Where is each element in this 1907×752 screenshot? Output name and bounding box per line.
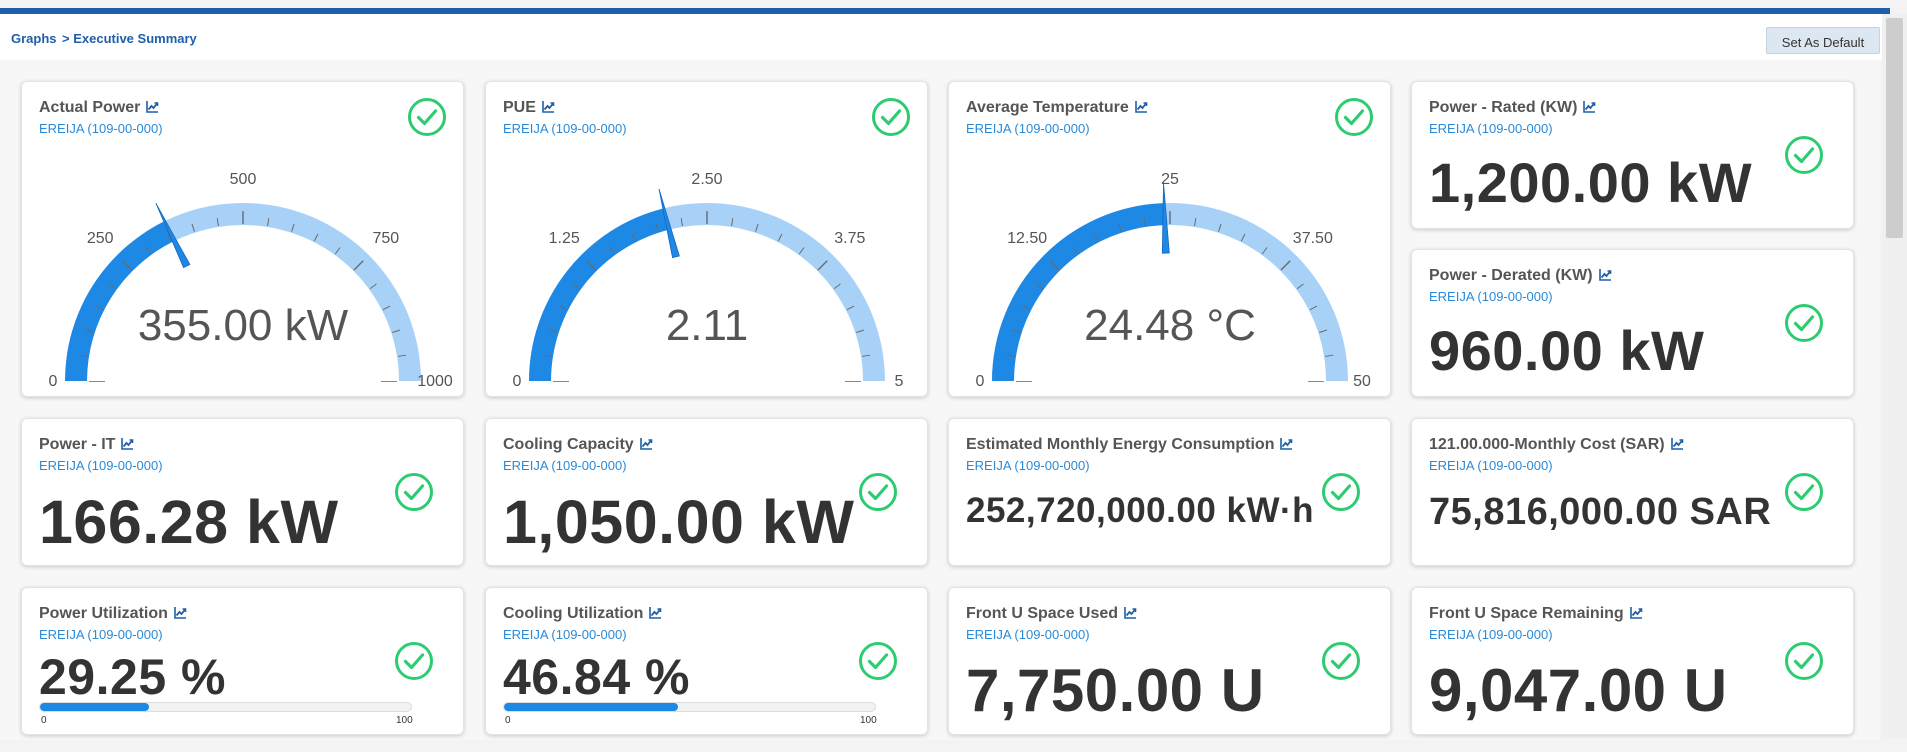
line-chart-icon[interactable] (1629, 606, 1643, 624)
monthly-energy-card[interactable]: Estimated Monthly Energy Consumption ERE… (948, 418, 1391, 566)
card-location: EREIJA (109-00-000) (503, 627, 627, 642)
card-title: 121.00.000-Monthly Cost (SAR) (1429, 436, 1684, 455)
breadcrumb-current: > Executive Summary (62, 31, 197, 46)
average-temperature-card[interactable]: Average Temperature EREIJA (109-00-000) … (948, 81, 1391, 397)
card-location: EREIJA (109-00-000) (1429, 121, 1553, 136)
gauge-tick-label: 5 (895, 373, 904, 390)
gauge-tick-label: 250 (87, 230, 114, 247)
kpi-value: 960.00 kW (1429, 319, 1705, 382)
card-title: Front U Space Remaining (1429, 605, 1643, 624)
gauge-value: 24.48 °C (1084, 301, 1256, 350)
utilization-value: 29.25 % (39, 649, 226, 705)
line-chart-icon[interactable] (1124, 606, 1137, 624)
line-chart-icon[interactable] (1583, 100, 1596, 118)
utilization-progress-bar (39, 702, 412, 712)
power-utilization-card[interactable]: Power Utilization EREIJA (109-00-000) 29… (21, 587, 464, 735)
gauge-tick-label: 37.50 (1293, 230, 1333, 247)
check-circle-icon (858, 472, 898, 512)
card-title: Cooling Capacity (503, 436, 653, 455)
card-location: EREIJA (109-00-000) (39, 458, 163, 473)
gauge-tick-label: 1000 (417, 373, 453, 390)
gauge-track (529, 203, 885, 381)
gauge: 0 250 500 750 1000 355.00 kW (49, 171, 453, 390)
card-title: Cooling Utilization (503, 605, 662, 624)
scrollbar-thumb[interactable] (1886, 18, 1903, 238)
gauge-tick-label: 0 (513, 373, 522, 390)
line-chart-icon[interactable] (1598, 268, 1612, 286)
monthly-cost-card[interactable]: 121.00.000-Monthly Cost (SAR) EREIJA (10… (1411, 418, 1854, 566)
check-circle-icon (858, 641, 898, 681)
gauge-tick-label: 0 (49, 373, 58, 390)
utilization-progress-bar (503, 702, 876, 712)
card-location: EREIJA (109-00-000) (1429, 627, 1553, 642)
check-circle-icon (1321, 472, 1361, 512)
check-circle-icon (394, 472, 434, 512)
kpi-value: 166.28 kW (39, 488, 339, 556)
check-circle-icon (1784, 303, 1824, 343)
card-title: Front U Space Used (966, 605, 1137, 624)
check-circle-icon (1784, 135, 1824, 175)
breadcrumb-graphs-link[interactable]: Graphs (11, 31, 57, 46)
gauge-tick-label: 1.25 (549, 230, 580, 247)
power-rated-card[interactable]: Power - Rated (KW) EREIJA (109-00-000) 1… (1411, 81, 1854, 229)
card-title: Power Utilization (39, 605, 187, 624)
gauge-tick-label: 750 (372, 230, 399, 247)
gauge-tick-label: 50 (1353, 373, 1371, 390)
check-circle-icon (1784, 641, 1824, 681)
utilization-progress-fill (504, 703, 678, 711)
page-header: Graphs > Executive Summary Set As Defaul… (0, 14, 1890, 60)
gauge-tick-label: 500 (230, 171, 257, 188)
gauge-track (65, 203, 421, 381)
utilization-progress-fill (40, 703, 149, 711)
check-circle-icon (1321, 641, 1361, 681)
line-chart-icon[interactable] (639, 437, 653, 455)
kpi-value: 75,816,000.00 SAR (1429, 491, 1772, 533)
front-u-space-used-card[interactable]: Front U Space Used EREIJA (109-00-000) 7… (948, 587, 1391, 735)
line-chart-icon[interactable] (649, 606, 662, 624)
utilization-value: 46.84 % (503, 649, 690, 705)
gauge: 012.502537.505024.48 °C (976, 171, 1371, 390)
card-location: EREIJA (109-00-000) (1429, 289, 1553, 304)
gauge-tick-label: 2.50 (691, 171, 722, 188)
kpi-value: 7,750.00 U (966, 657, 1265, 724)
power-derated-card[interactable]: Power - Derated (KW) EREIJA (109-00-000)… (1411, 249, 1854, 397)
kpi-value: 9,047.00 U (1429, 657, 1728, 724)
gauge-tick-label: 0 (976, 373, 985, 390)
line-chart-icon[interactable] (1670, 437, 1684, 455)
card-title: Estimated Monthly Energy Consumption (966, 436, 1293, 455)
gauge-value: 355.00 kW (138, 301, 349, 350)
card-location: EREIJA (109-00-000) (1429, 458, 1553, 473)
card-location: EREIJA (109-00-000) (966, 627, 1090, 642)
gauge-tick-label: 12.50 (1007, 230, 1047, 247)
check-circle-icon (1784, 472, 1824, 512)
check-circle-icon (394, 641, 434, 681)
progress-min-label: 0 (41, 715, 47, 726)
card-title: Power - Rated (KW) (1429, 99, 1596, 118)
power-it-card[interactable]: Power - IT EREIJA (109-00-000) 166.28 kW (21, 418, 464, 566)
set-as-default-button[interactable]: Set As Default (1766, 27, 1880, 54)
kpi-value: 1,200.00 kW (1429, 151, 1753, 214)
card-location: EREIJA (109-00-000) (39, 627, 163, 642)
card-title: Power - Derated (KW) (1429, 267, 1612, 286)
progress-min-label: 0 (505, 715, 511, 726)
gauge-tick-label: 3.75 (834, 230, 865, 247)
progress-max-label: 100 (860, 715, 877, 726)
kpi-value: 1,050.00 kW (503, 488, 855, 556)
line-chart-icon[interactable] (1280, 437, 1293, 455)
gauge: 0 1.25 2.50 3.75 5 2.11 (513, 171, 904, 390)
gauge-value: 2.11 (666, 301, 748, 350)
kpi-value: 252,720,000.00 kW·h (966, 491, 1315, 530)
line-chart-icon[interactable] (121, 437, 134, 455)
card-location: EREIJA (109-00-000) (966, 458, 1090, 473)
front-u-space-remaining-card[interactable]: Front U Space Remaining EREIJA (109-00-0… (1411, 587, 1854, 735)
cooling-utilization-card[interactable]: Cooling Utilization EREIJA (109-00-000) … (485, 587, 928, 735)
card-location: EREIJA (109-00-000) (503, 458, 627, 473)
cooling-capacity-card[interactable]: Cooling Capacity EREIJA (109-00-000) 1,0… (485, 418, 928, 566)
pue-card[interactable]: PUE EREIJA (109-00-000) 0 1.25 2.50 3.75 5 2.… (485, 81, 928, 397)
progress-max-label: 100 (396, 715, 413, 726)
actual-power-card[interactable]: Actual Power EREIJA (109-00-000) 0 250 500… (21, 81, 464, 397)
card-title: Power - IT (39, 436, 134, 455)
line-chart-icon[interactable] (174, 606, 187, 624)
